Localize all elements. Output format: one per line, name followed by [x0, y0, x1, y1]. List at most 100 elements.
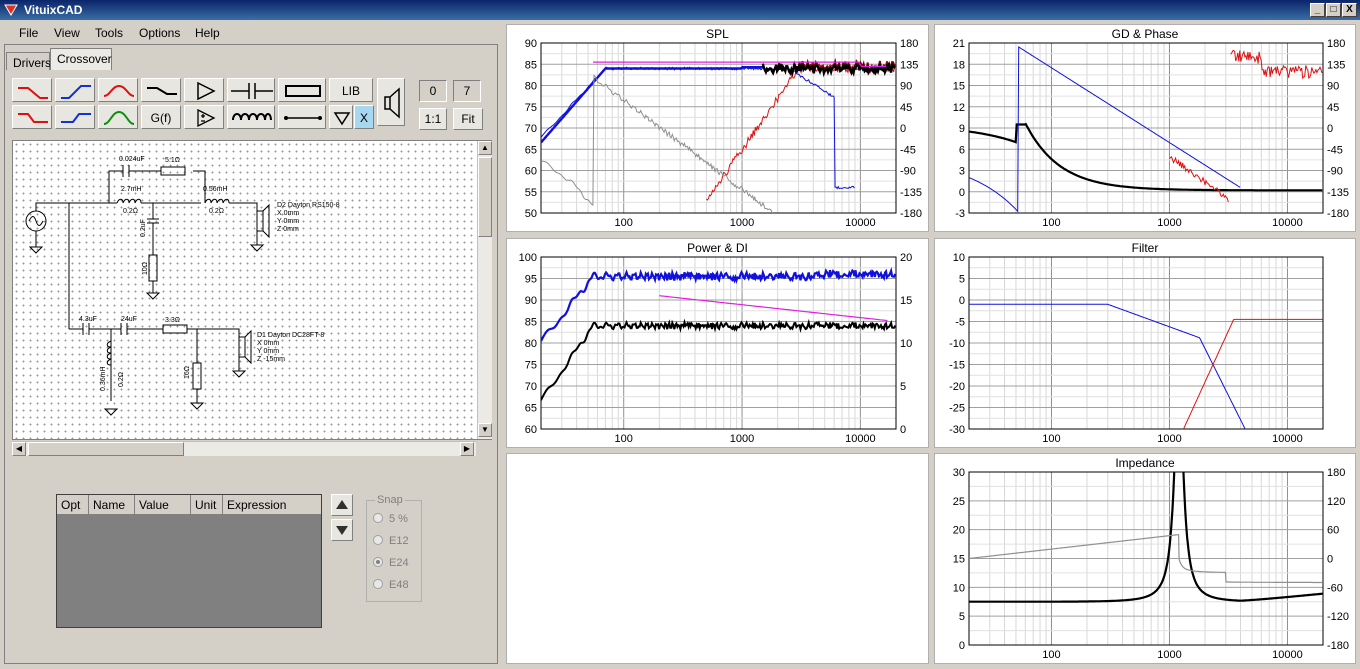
graph-gd-phase[interactable]: GD & Phase 21 18 15 12 9 6 3 0 -3 180 135 90 45 0 -45 -9… [934, 24, 1356, 232]
menu-file[interactable]: File [19, 26, 38, 40]
ground-button[interactable] [329, 105, 353, 129]
col-unit[interactable]: Unit [191, 495, 223, 515]
summing-amp-button[interactable] [184, 105, 224, 129]
label-c-top: 0.024uF [119, 156, 145, 163]
hscroll-thumb[interactable] [28, 442, 184, 456]
capacitor-button[interactable] [227, 78, 275, 102]
snap-e12-radio[interactable]: E12 [373, 535, 409, 547]
x-tick: 10000 [845, 433, 876, 445]
speaker-icon [384, 87, 400, 119]
highpass-icon [61, 85, 91, 99]
schematic-canvas[interactable]: 0.024uF 5.1Ω 2.7mH 0.2Ω 0.56mH 0.2Ω 0.2u… [12, 140, 492, 440]
snap-5pct-label: 5 % [389, 513, 408, 525]
y-left-tick: 0 [959, 295, 965, 307]
y-right-tick: 180 [900, 38, 918, 50]
scroll-down-arrow-icon[interactable]: ▼ [478, 423, 492, 437]
x-tick: 10000 [1272, 217, 1303, 229]
highpass-2nd-button[interactable] [55, 105, 95, 129]
y-left-tick: 80 [525, 81, 537, 93]
y-right-tick: 90 [900, 81, 912, 93]
library-button[interactable]: LIB [329, 78, 373, 102]
scroll-right-arrow-icon[interactable]: ▶ [460, 442, 474, 456]
x-tick: 100 [1042, 649, 1060, 661]
col-opt[interactable]: Opt [57, 495, 89, 515]
minimize-button[interactable]: _ [1310, 3, 1325, 17]
y-right-tick: 0 [1327, 123, 1333, 135]
zoom-fit-button[interactable]: Fit [453, 108, 483, 130]
y-right-tick: 180 [1327, 38, 1345, 50]
vscroll-thumb[interactable] [478, 157, 492, 237]
y-left-tick: 10 [953, 252, 965, 264]
y-right-tick: 90 [1327, 81, 1339, 93]
graph-empty [506, 453, 929, 664]
menu-tools[interactable]: Tools [95, 26, 123, 40]
menu-help[interactable]: Help [195, 26, 220, 40]
x-tick: 1000 [1157, 217, 1181, 229]
col-expression[interactable]: Expression [223, 495, 321, 515]
y-right-tick: 60 [1327, 525, 1339, 537]
y-right-tick: -135 [900, 187, 922, 199]
schematic-vscroll[interactable]: ▲ ▼ [477, 141, 492, 439]
move-down-button[interactable] [331, 519, 353, 541]
maximize-button[interactable]: □ [1326, 3, 1341, 17]
tab-crossover[interactable]: Crossover [50, 48, 112, 70]
amplifier-button[interactable] [184, 78, 224, 102]
tab-drivers[interactable]: Drivers [6, 52, 51, 70]
y-right-tick: -180 [1327, 640, 1349, 652]
y-left-tick: 75 [525, 102, 537, 114]
label-c-w1: 4.3uF [79, 316, 97, 323]
label-d1-y: Y 0mm [257, 348, 279, 355]
snap-e48-radio[interactable]: E48 [373, 579, 409, 591]
snap-5pct-radio[interactable]: 5 % [373, 513, 408, 525]
y-right-tick: -45 [1327, 144, 1343, 156]
shelf-button[interactable] [141, 78, 181, 102]
graph-impedance[interactable]: Impedance 30 25 20 15 10 5 0 180 120 60 0 -60 -120 -18… [934, 453, 1356, 664]
menu-options[interactable]: Options [139, 26, 180, 40]
g-gd-plot: 21 18 15 12 9 6 3 0 -3 180 135 90 45 0 -45 -90 -135 -180 1… [953, 38, 1349, 229]
schematic-hscroll[interactable]: ◀ ▶ [12, 441, 476, 456]
wire-button[interactable] [278, 105, 326, 129]
scroll-up-arrow-icon[interactable]: ▲ [478, 141, 492, 155]
y-left-tick: 65 [525, 403, 537, 415]
snap-e24-radio[interactable]: E24 [373, 557, 409, 569]
graph-filter[interactable]: Filter 10 5 0 -5 -10 -15 -20 -25 -30 100 1000 10000 [934, 238, 1356, 448]
move-up-button[interactable] [331, 494, 353, 516]
peak-icon [103, 110, 135, 125]
close-button[interactable]: X [1342, 3, 1357, 17]
inductor-button[interactable] [227, 105, 275, 129]
g-filter-plot: 10 5 0 -5 -10 -15 -20 -25 -30 100 1000 10000 [949, 252, 1324, 445]
highpass-1st-button[interactable] [55, 78, 95, 102]
summing-icon [197, 108, 216, 128]
y-left-tick: 80 [525, 338, 537, 350]
spl-tweeter-line [706, 62, 896, 201]
lowpass-2nd-button[interactable] [12, 105, 52, 129]
menu-view[interactable]: View [54, 26, 80, 40]
schematic-drawing: 0.024uF 5.1Ω 2.7mH 0.2Ω 0.56mH 0.2Ω 0.2u… [25, 156, 340, 416]
y-left-tick: 0 [959, 640, 965, 652]
y-left-tick: 55 [525, 187, 537, 199]
g-power-plot: 100 95 90 85 80 75 70 65 60 20 15 10 5 0 100 1000 10000 [519, 252, 913, 445]
graph-power-di[interactable]: Power & DI 100 95 90 85 80 75 70 65 60 20 15 10 5 0 100… [506, 238, 929, 448]
bandpass-button[interactable] [98, 78, 138, 102]
y-left-tick: 100 [519, 252, 537, 264]
y-left-tick: 21 [953, 38, 965, 50]
col-value[interactable]: Value [135, 495, 191, 515]
y-right-tick: 15 [900, 295, 912, 307]
label-driver2: D2 Dayton RS150-8 [277, 202, 340, 209]
y-right-tick: -60 [1327, 582, 1343, 594]
label-l-tw1: 2.7mH [121, 186, 142, 193]
transfer-function-button[interactable]: G(f) [141, 105, 181, 129]
delete-button[interactable]: X [354, 105, 374, 129]
notch-button[interactable] [98, 105, 138, 129]
resistor-button[interactable] [278, 78, 326, 102]
y-left-tick: 90 [525, 295, 537, 307]
graph-spl[interactable]: SPL 90 85 80 75 70 65 60 55 50 180 135 90 45 0 -45 -90 -1… [506, 24, 929, 232]
driver-button[interactable] [377, 78, 405, 126]
y-left-tick: 60 [525, 424, 537, 436]
snap-legend: Snap [375, 494, 405, 506]
zoom-1to1-button[interactable]: 1:1 [419, 108, 447, 130]
col-name[interactable]: Name [89, 495, 135, 515]
lowpass-1st-button[interactable] [12, 78, 52, 102]
scroll-left-arrow-icon[interactable]: ◀ [12, 442, 26, 456]
optimizer-grid[interactable]: Opt Name Value Unit Expression [56, 494, 322, 628]
